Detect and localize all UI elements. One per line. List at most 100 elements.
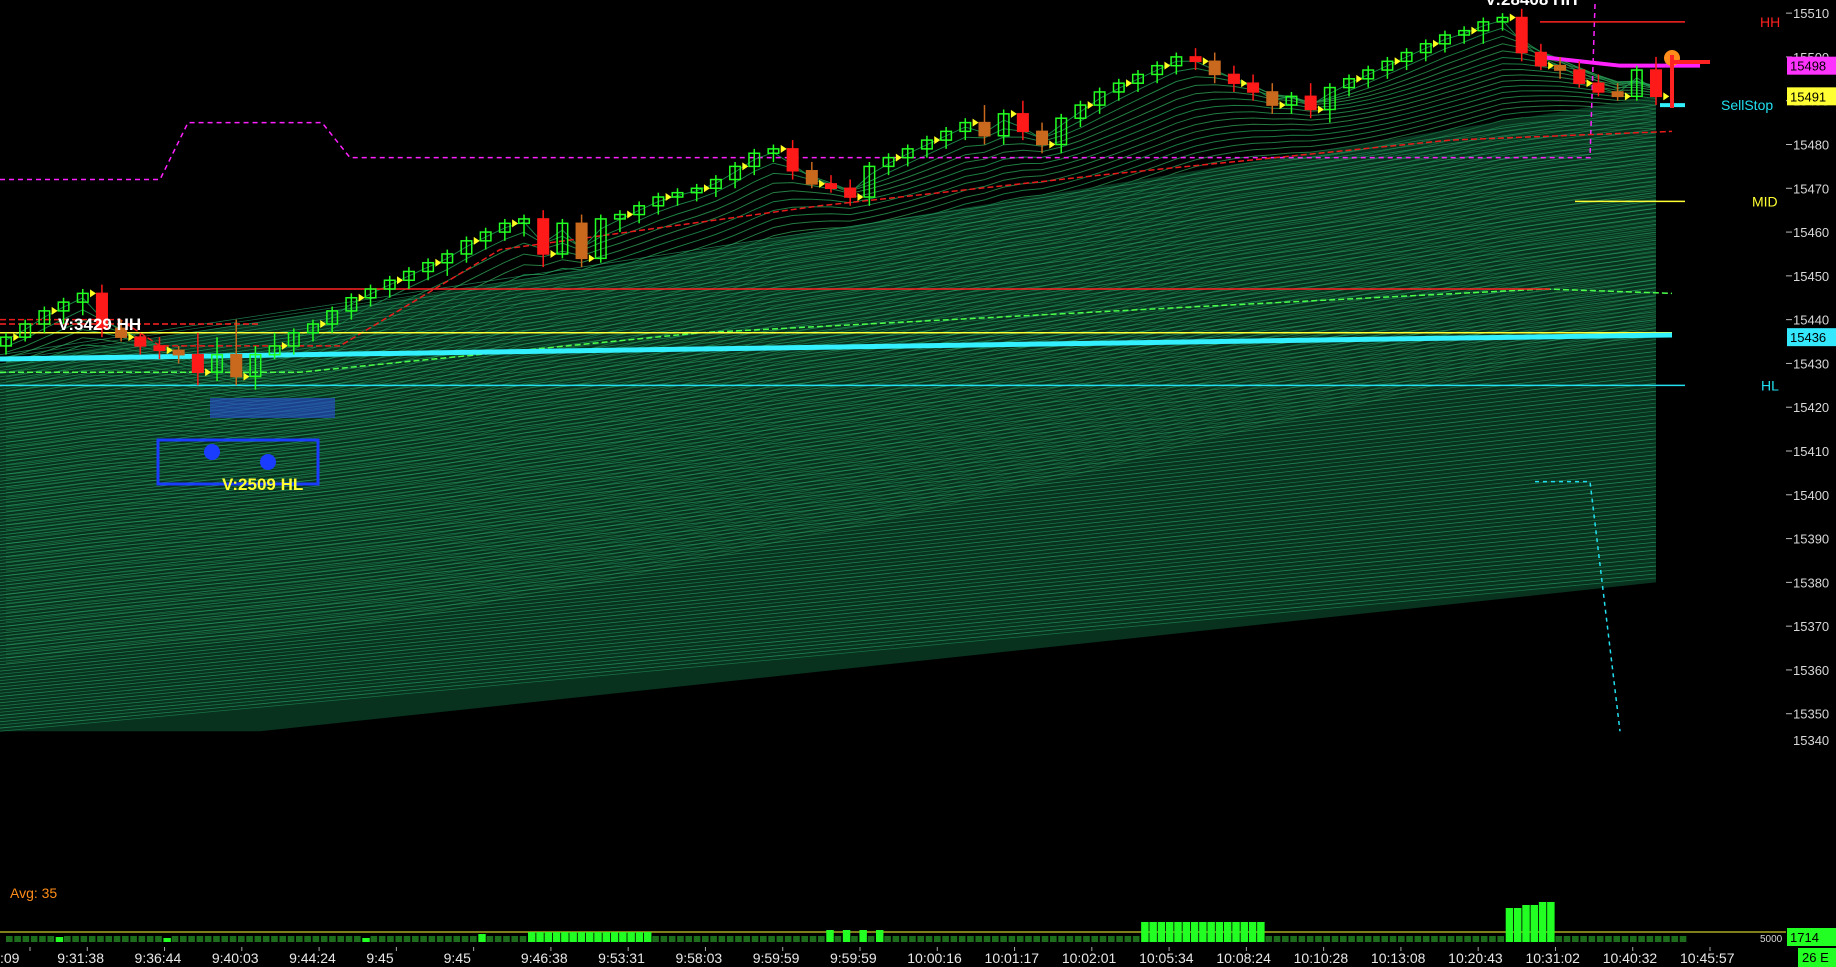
volume-bar	[329, 936, 336, 942]
volume-bar	[950, 936, 958, 942]
volume-bar	[1563, 936, 1571, 942]
volume-bar	[1654, 936, 1662, 942]
volume-bar	[436, 936, 444, 942]
volume-bar	[1265, 936, 1273, 942]
volume-bar	[1530, 905, 1539, 942]
volume-bar	[1398, 936, 1405, 942]
volume-bar	[1613, 936, 1621, 942]
volume-bar	[1348, 936, 1355, 942]
candle-body	[230, 353, 243, 378]
time-tick-label: 9:58:03	[675, 950, 722, 966]
volume-bar	[1290, 936, 1297, 942]
volume-bar	[163, 938, 171, 942]
volume-bar	[55, 937, 64, 942]
price-tick-label: 15340	[1793, 733, 1829, 748]
volume-bar	[113, 936, 121, 942]
volume-bar	[1240, 922, 1249, 942]
candle-body	[844, 187, 857, 198]
volume-bar	[1522, 905, 1530, 942]
volume-bar	[1000, 936, 1007, 942]
candle-body	[172, 349, 185, 356]
volume-bar	[685, 936, 693, 942]
time-tick-label: 10:05:34	[1139, 950, 1194, 966]
volume-bar	[602, 932, 611, 942]
volume-bar	[818, 936, 825, 942]
volume-bar	[975, 936, 983, 942]
time-tick-label: 9:44:24	[289, 950, 336, 966]
volume-bar	[1174, 922, 1182, 942]
candle-body	[1227, 73, 1240, 84]
volume-bar	[801, 936, 809, 942]
volume-bar	[809, 936, 817, 942]
price-tick-label: 15450	[1793, 269, 1829, 284]
volume-bar	[1058, 936, 1065, 942]
volume-bar	[677, 936, 684, 942]
volume-bar	[1505, 908, 1514, 942]
level-label: MID	[1752, 193, 1778, 209]
volume-bar	[702, 936, 709, 942]
candle-body	[1016, 113, 1029, 133]
candle-body	[805, 170, 818, 185]
volume-bar	[610, 932, 619, 942]
candle-body	[153, 345, 166, 352]
volume-bar	[1033, 936, 1041, 942]
volume-bar	[204, 936, 212, 942]
volume-bar	[1555, 936, 1563, 942]
volume-bar	[577, 932, 586, 942]
volume-bar	[561, 932, 569, 942]
volume-bar	[925, 936, 933, 942]
price-tick-label: 15510	[1793, 6, 1829, 21]
volume-avg-label: Avg: 35	[10, 885, 57, 901]
level-label: HH	[1760, 14, 1780, 30]
volume-bar	[1489, 936, 1496, 942]
time-tick-label: 10:02:01	[1062, 950, 1117, 966]
volume-bar	[1621, 936, 1629, 942]
volume-bar	[1356, 936, 1364, 942]
volume-bar	[967, 936, 974, 942]
volume-bar	[395, 936, 403, 942]
volume-bar	[1041, 936, 1049, 942]
price-tag-label: 15498	[1790, 59, 1826, 74]
volume-bar	[776, 936, 784, 942]
time-tick-label: 10:20:43	[1448, 950, 1503, 966]
volume-bar	[188, 936, 195, 942]
volume-bar	[1166, 922, 1174, 942]
zone-highlight	[210, 398, 335, 418]
volume-bar	[97, 936, 104, 942]
volume-bar	[586, 932, 594, 942]
volume-bar	[171, 936, 179, 942]
candle-body	[575, 222, 588, 260]
volume-bar	[1190, 922, 1199, 942]
volume-bar	[1282, 936, 1289, 942]
volume-bar	[271, 936, 278, 942]
volume-bar	[287, 936, 295, 942]
price-chart[interactable]: V:3429 HH V:2509 HL V:28408 HH 15350 15360 1…	[0, 0, 1836, 967]
volume-bar	[1008, 936, 1016, 942]
volume-bar	[900, 936, 908, 942]
volume-bar	[420, 936, 427, 942]
volume-bar	[312, 936, 320, 942]
volume-bar	[1422, 936, 1430, 942]
volume-bar	[668, 936, 676, 942]
volume-bar	[1389, 936, 1397, 942]
volume-bar	[1207, 922, 1215, 942]
volume-bar	[1141, 922, 1149, 942]
volume-bar	[1306, 936, 1314, 942]
volume-bar	[304, 936, 311, 942]
volume-bar	[122, 936, 129, 942]
volume-bar	[660, 936, 668, 942]
price-tick-label: 15470	[1793, 181, 1829, 196]
volume-bar	[627, 932, 635, 942]
candle-body	[1573, 69, 1586, 84]
volume-bar	[1646, 936, 1654, 942]
volume-bar	[1315, 936, 1322, 942]
volume-bar	[1257, 922, 1265, 942]
volume-bar	[1588, 936, 1596, 942]
volume-bar	[635, 932, 644, 942]
volume-bar	[1464, 936, 1471, 942]
price-tick-label: 15430	[1793, 356, 1829, 371]
volume-bar	[1414, 936, 1422, 942]
volume-bar	[619, 932, 627, 942]
candle-body	[1611, 91, 1624, 98]
volume-bar	[892, 936, 900, 942]
